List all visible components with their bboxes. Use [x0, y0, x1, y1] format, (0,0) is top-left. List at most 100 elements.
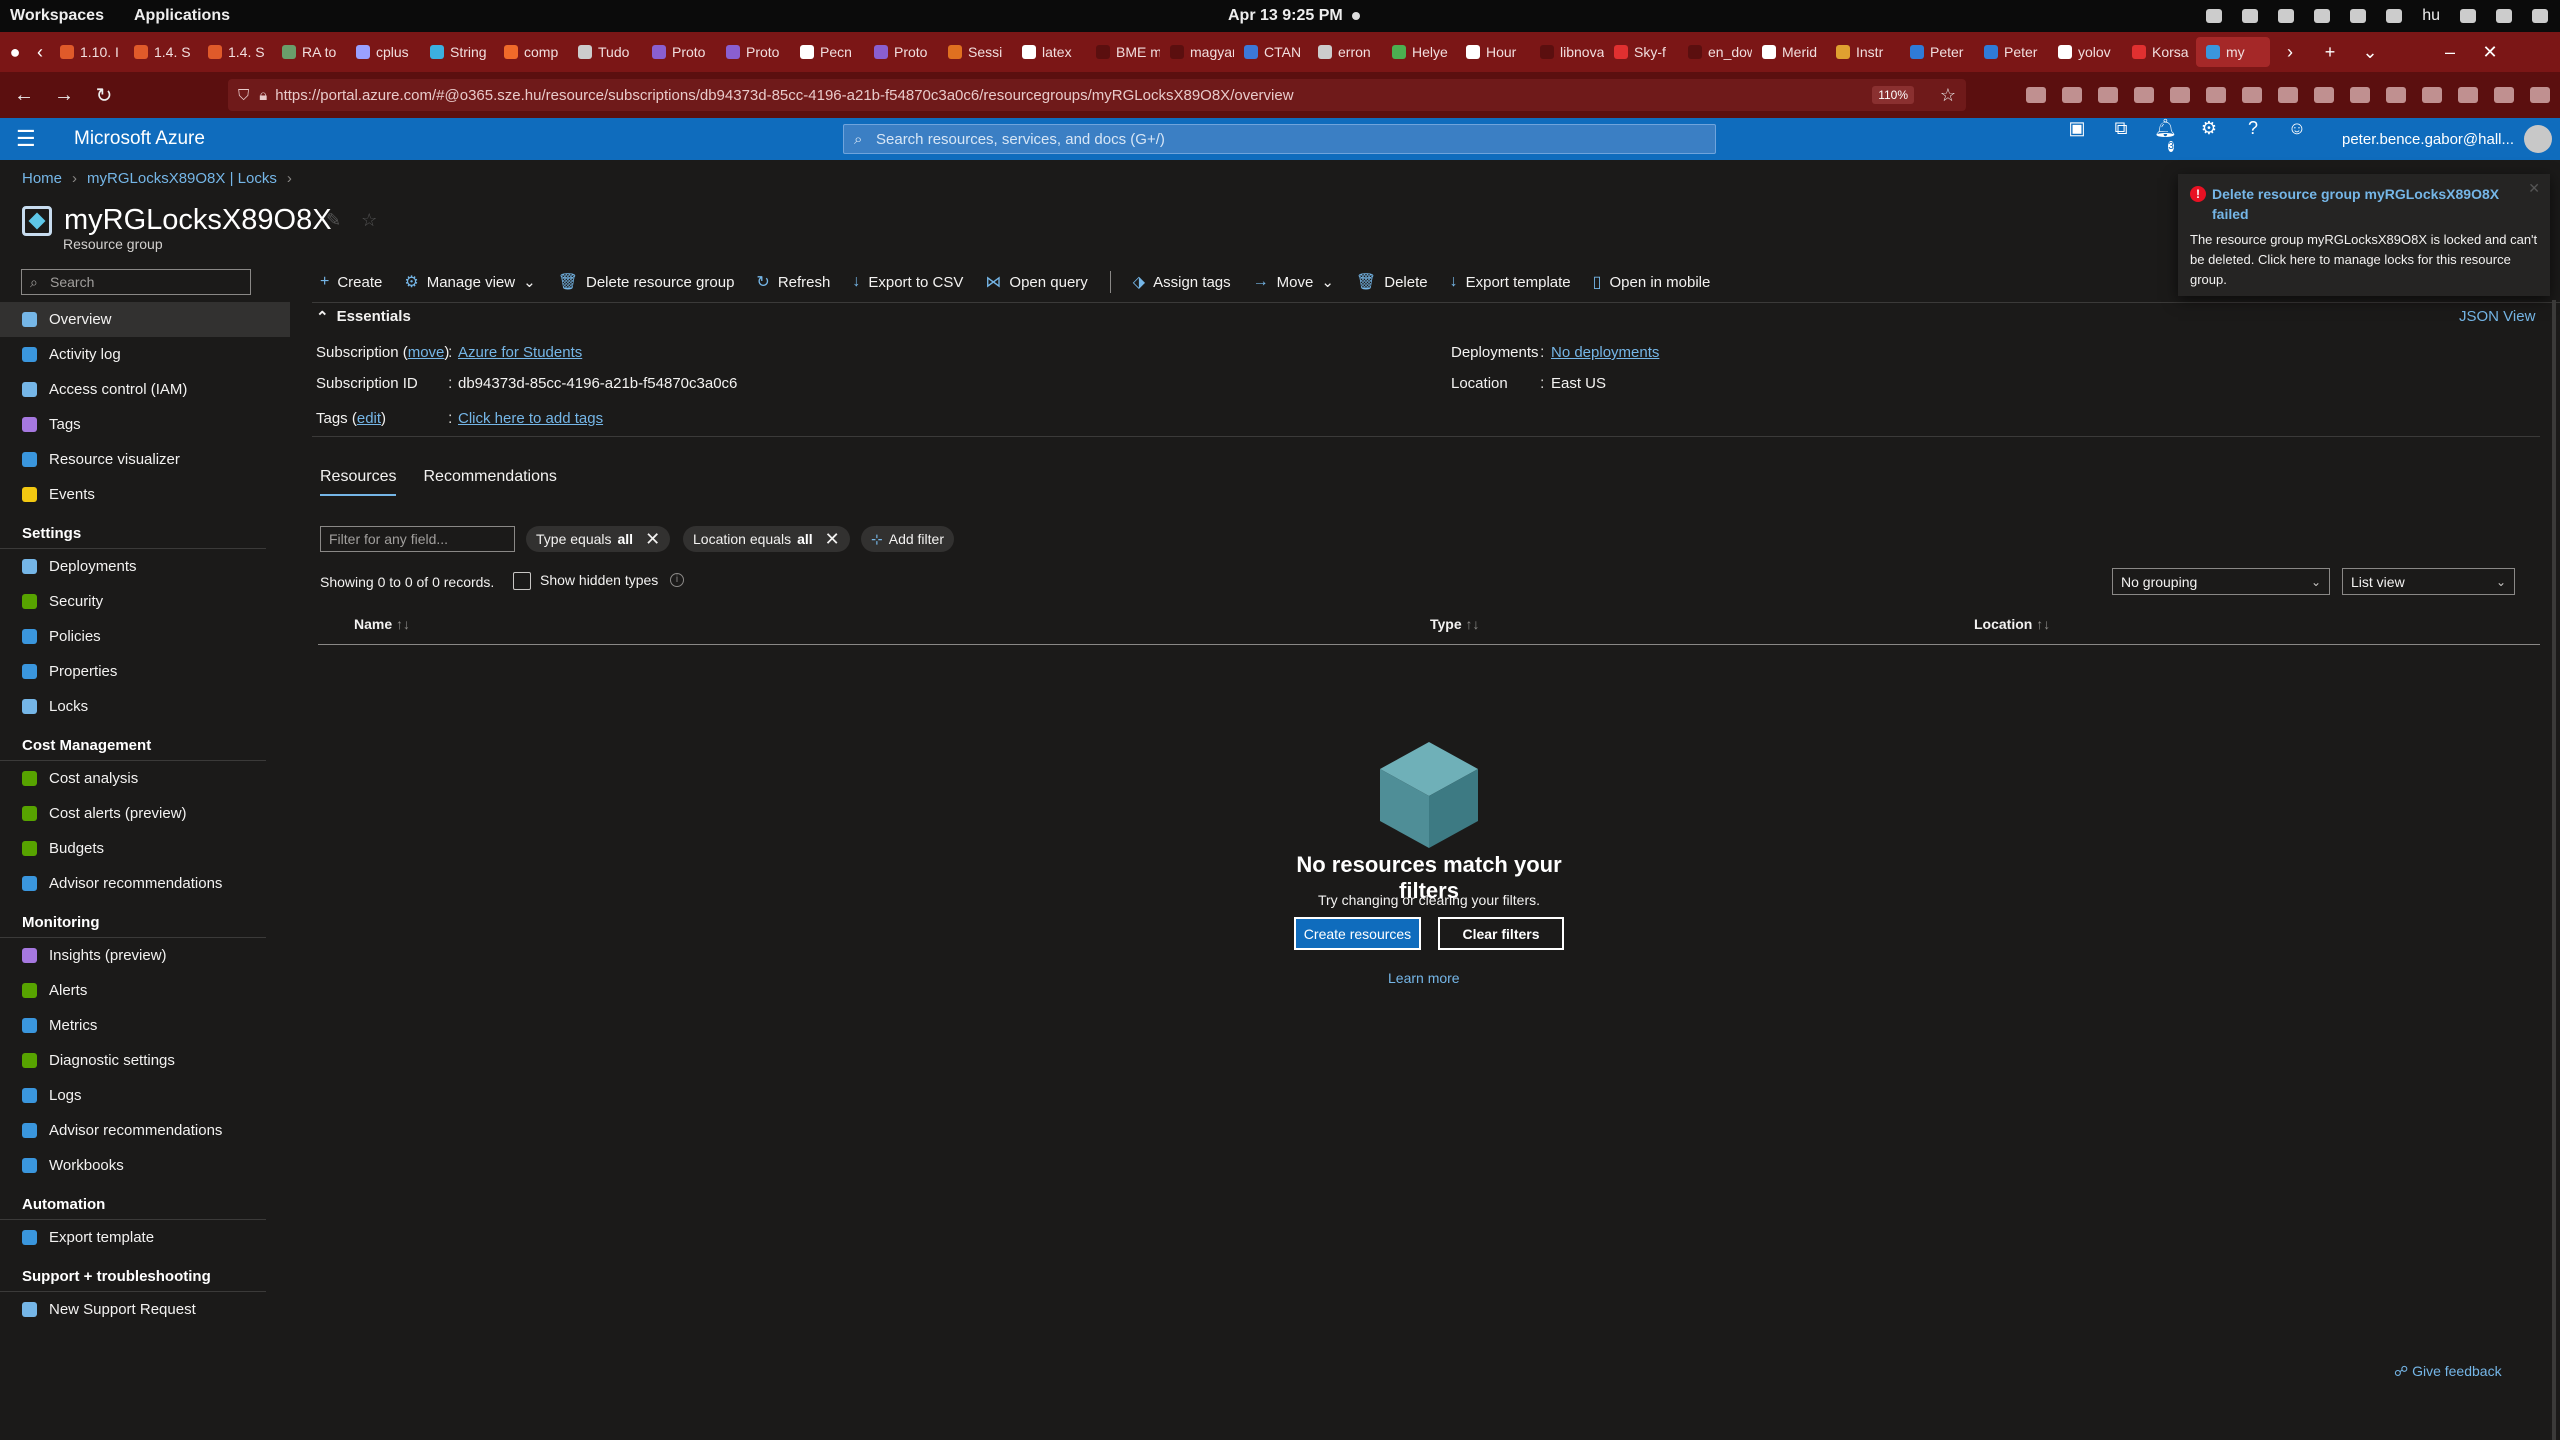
create-button[interactable]: + Create: [320, 273, 382, 291]
learn-more-link[interactable]: Learn more: [1388, 970, 1460, 986]
network-icon[interactable]: [2460, 9, 2476, 23]
sidebar-item-logs[interactable]: Logs: [0, 1078, 290, 1113]
column-header-name[interactable]: Name ↑↓: [354, 616, 410, 632]
browser-tab[interactable]: Pecn: [790, 37, 864, 67]
menu-icon[interactable]: [2530, 87, 2550, 103]
sidebar-item-advisor-recommendations[interactable]: Advisor recommendations: [0, 1113, 290, 1148]
sidebar-item-locks[interactable]: Locks: [0, 689, 290, 724]
column-header-location[interactable]: Location ↑↓: [1974, 616, 2050, 632]
subscription-link[interactable]: Azure for Students: [458, 344, 582, 361]
browser-tab[interactable]: Peter: [1900, 37, 1974, 67]
move-link[interactable]: move: [408, 344, 445, 361]
new-tab-icon[interactable]: +: [2310, 42, 2350, 63]
scrollbar[interactable]: [2552, 300, 2556, 1440]
extensions-puzzle-icon[interactable]: [2458, 87, 2478, 103]
extension-icon[interactable]: [2206, 87, 2226, 103]
bookmark-star-icon[interactable]: ☆: [1940, 85, 1956, 106]
firefox-menu-icon[interactable]: ●: [0, 42, 30, 63]
browser-tab[interactable]: BME mat: [1086, 37, 1160, 67]
sidebar-item-alerts[interactable]: Alerts: [0, 973, 290, 1008]
browser-tab[interactable]: 1.4. S: [198, 37, 272, 67]
browser-tab[interactable]: Tudo: [568, 37, 642, 67]
browser-tab[interactable]: Proto: [642, 37, 716, 67]
edit-tags-link[interactable]: edit: [357, 410, 381, 427]
browser-tab[interactable]: RA to: [272, 37, 346, 67]
browser-tab[interactable]: CTAN: [1234, 37, 1308, 67]
power-icon[interactable]: [2532, 9, 2548, 23]
tray-app-icon[interactable]: [2242, 9, 2259, 23]
settings-gear-icon[interactable]: ⚙: [2198, 118, 2220, 160]
error-notification-toast[interactable]: ! Delete resource group myRGLocksX89O8X …: [2178, 174, 2550, 296]
sidebar-item-access-control-iam[interactable]: Access control (IAM): [0, 372, 290, 407]
extension-icon[interactable]: [2386, 87, 2406, 103]
global-search-input[interactable]: ⌕ Search resources, services, and docs (…: [843, 124, 1716, 154]
forward-icon[interactable]: →: [44, 84, 84, 107]
sidebar-item-cost-alerts-preview[interactable]: Cost alerts (preview): [0, 796, 290, 831]
add-tags-link[interactable]: Click here to add tags: [458, 410, 603, 427]
download-icon[interactable]: [2062, 87, 2082, 103]
extension-icon[interactable]: [2314, 87, 2334, 103]
sidebar-item-deployments[interactable]: Deployments: [0, 549, 290, 584]
browser-tab[interactable]: erron: [1308, 37, 1382, 67]
keyboard-layout[interactable]: hu: [2422, 7, 2440, 25]
sidebar-search-input[interactable]: ⌕ Search: [21, 269, 251, 295]
grouping-dropdown[interactable]: No grouping ⌄: [2112, 568, 2330, 595]
lock-icon[interactable]: 🔒︎: [259, 87, 267, 104]
sidebar-item-properties[interactable]: Properties: [0, 654, 290, 689]
browser-tab[interactable]: Merid: [1752, 37, 1826, 67]
sidebar-item-events[interactable]: Events: [0, 477, 290, 512]
applications-menu[interactable]: Applications: [134, 7, 230, 25]
info-icon[interactable]: i: [670, 573, 684, 587]
tabs-scroll-left-icon[interactable]: ‹: [30, 42, 50, 63]
extension-icon[interactable]: [2170, 87, 2190, 103]
export-template-button[interactable]: ↓ Export template: [1450, 273, 1571, 291]
type-filter-pill[interactable]: Type equals all ✕: [526, 526, 671, 552]
clock[interactable]: Apr 13 9:25 PM: [1228, 7, 1343, 25]
account-name[interactable]: peter.bence.gabor@hall...: [2342, 131, 2514, 148]
close-window-icon[interactable]: ✕: [2470, 42, 2510, 63]
extension-icon[interactable]: [2278, 87, 2298, 103]
close-icon[interactable]: ✕: [645, 529, 660, 550]
sidebar-item-workbooks[interactable]: Workbooks: [0, 1148, 290, 1183]
sidebar-item-metrics[interactable]: Metrics: [0, 1008, 290, 1043]
tabs-scroll-right-icon[interactable]: ›: [2270, 42, 2310, 63]
browser-tab[interactable]: 1.4. S: [124, 37, 198, 67]
tray-app-icon[interactable]: [2206, 9, 2223, 23]
view-dropdown[interactable]: List view ⌄: [2342, 568, 2515, 595]
json-view-link[interactable]: JSON View: [2459, 308, 2535, 325]
delete-button[interactable]: 🗑︎ Delete: [1356, 272, 1428, 292]
close-icon[interactable]: ✕: [825, 529, 840, 550]
export-csv-button[interactable]: ↓ Export to CSV: [852, 273, 963, 291]
workspaces-button[interactable]: Workspaces: [10, 7, 104, 25]
directory-filter-icon[interactable]: ⧉: [2110, 118, 2132, 160]
sidebar-item-resource-visualizer[interactable]: Resource visualizer: [0, 442, 290, 477]
extension-icon[interactable]: [2350, 87, 2370, 103]
sidebar-item-new-support-request[interactable]: New Support Request: [0, 1292, 290, 1327]
tab-recommendations[interactable]: Recommendations: [423, 468, 556, 496]
sidebar-item-cost-analysis[interactable]: Cost analysis: [0, 761, 290, 796]
show-hidden-checkbox[interactable]: [513, 572, 531, 590]
browser-tab[interactable]: Sessi: [938, 37, 1012, 67]
close-icon[interactable]: ✕: [2528, 180, 2540, 197]
volume-icon[interactable]: [2496, 9, 2512, 23]
notifications-icon[interactable]: 🔔︎3: [2154, 118, 2177, 160]
location-filter-pill[interactable]: Location equals all ✕: [683, 526, 850, 552]
browser-tab[interactable]: Hour: [1456, 37, 1530, 67]
portal-menu-icon[interactable]: ☰: [16, 126, 46, 152]
browser-tab[interactable]: Proto: [716, 37, 790, 67]
browser-tab[interactable]: Instr: [1826, 37, 1900, 67]
column-header-type[interactable]: Type ↑↓: [1430, 616, 1480, 632]
give-feedback-link[interactable]: ☍ Give feedback: [2394, 1363, 2502, 1380]
clear-filters-button[interactable]: Clear filters: [1438, 917, 1564, 950]
pocket-icon[interactable]: [2026, 87, 2046, 103]
create-resources-button[interactable]: Create resources: [1294, 917, 1421, 950]
tray-app-icon[interactable]: [2350, 9, 2367, 23]
add-filter-button[interactable]: ⊹ Add filter: [861, 526, 954, 552]
sidebar-item-export-template[interactable]: Export template: [0, 1220, 290, 1255]
tab-list-chevron-icon[interactable]: ⌄: [2350, 42, 2390, 63]
browser-tab[interactable]: my: [2196, 37, 2270, 67]
feedback-icon[interactable]: ☺: [2286, 118, 2308, 160]
sidebar-item-advisor-recommendations[interactable]: Advisor recommendations: [0, 866, 290, 901]
browser-tab[interactable]: libnova.: [1530, 37, 1604, 67]
sidebar-item-tags[interactable]: Tags: [0, 407, 290, 442]
